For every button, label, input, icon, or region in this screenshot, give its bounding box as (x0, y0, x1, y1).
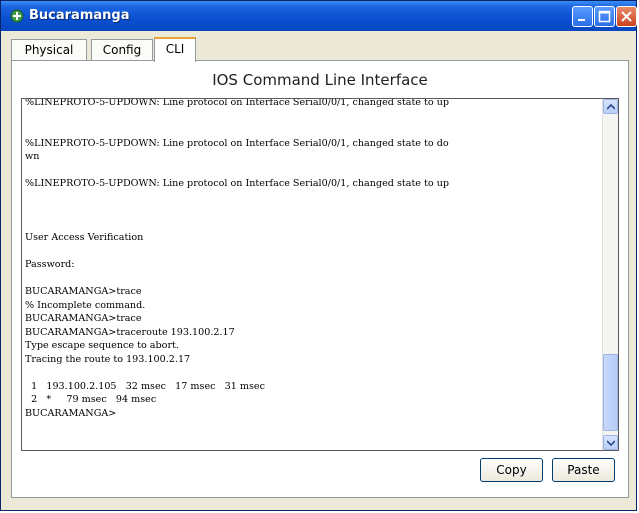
terminal-line: User Access Verification (25, 232, 144, 243)
terminal-line: Tracing the route to 193.100.2.17 (25, 353, 191, 365)
scroll-down-button[interactable] (603, 435, 618, 450)
chevron-down-icon (607, 440, 615, 446)
terminal-line: Type escape sequence to abort. (25, 340, 179, 351)
terminal-line: Password: (25, 259, 75, 270)
terminal-line: 2 * 79 msec 94 msec (25, 394, 157, 405)
tab-config-label: Config (102, 43, 142, 57)
terminal-line: BUCARAMANGA>traceroute 193.100.2.17 (25, 326, 235, 338)
close-icon (621, 11, 632, 22)
terminal-line: %LINEPROTO-5-UPDOWN: Line protocol on In… (25, 98, 450, 108)
title-bar[interactable]: Bucaramanga (1, 1, 637, 31)
minimize-button[interactable] (572, 6, 593, 27)
tab-cli[interactable]: CLI (154, 37, 196, 62)
terminal-line: % Incomplete command. (25, 299, 146, 311)
cli-window: Bucaramanga Physical Config CLI IOS Comm… (0, 0, 637, 511)
terminal-scrollbar[interactable] (602, 99, 618, 450)
terminal-line: wn (25, 151, 40, 162)
scroll-thumb[interactable] (603, 354, 618, 431)
terminal-line: BUCARAMANGA>trace (25, 286, 142, 297)
cli-panel: IOS Command Line Interface %LINEPROTO-5-… (11, 60, 629, 498)
tab-config[interactable]: Config (91, 39, 153, 61)
maximize-icon (598, 10, 611, 23)
copy-button[interactable]: Copy (480, 458, 543, 482)
terminal-line: BUCARAMANGA>trace (25, 313, 142, 324)
minimize-icon (578, 19, 585, 21)
paste-button[interactable]: Paste (552, 458, 615, 482)
tab-cli-label: CLI (165, 42, 185, 56)
maximize-button[interactable] (594, 6, 615, 27)
panel-title: IOS Command Line Interface (212, 71, 428, 89)
tab-physical-label: Physical (24, 43, 74, 57)
tab-bar: Physical Config CLI (11, 37, 631, 62)
terminal-line: 1 193.100.2.105 32 msec 17 msec 31 msec (25, 380, 265, 392)
router-icon (9, 8, 25, 24)
terminal-output[interactable]: %LINEPROTO-5-UPDOWN: Line protocol on In… (21, 98, 619, 451)
terminal-line: %LINEPROTO-5-UPDOWN: Line protocol on In… (25, 137, 449, 149)
terminal-lines: %LINEPROTO-5-UPDOWN: Line protocol on In… (25, 98, 603, 420)
chevron-up-icon (607, 104, 615, 110)
window-title: Bucaramanga (29, 8, 130, 23)
scroll-up-button[interactable] (603, 99, 618, 114)
terminal-line: BUCARAMANGA> (25, 407, 117, 419)
terminal-line: %LINEPROTO-5-UPDOWN: Line protocol on In… (25, 178, 450, 189)
close-button[interactable] (616, 6, 637, 27)
tab-physical[interactable]: Physical (11, 39, 87, 61)
